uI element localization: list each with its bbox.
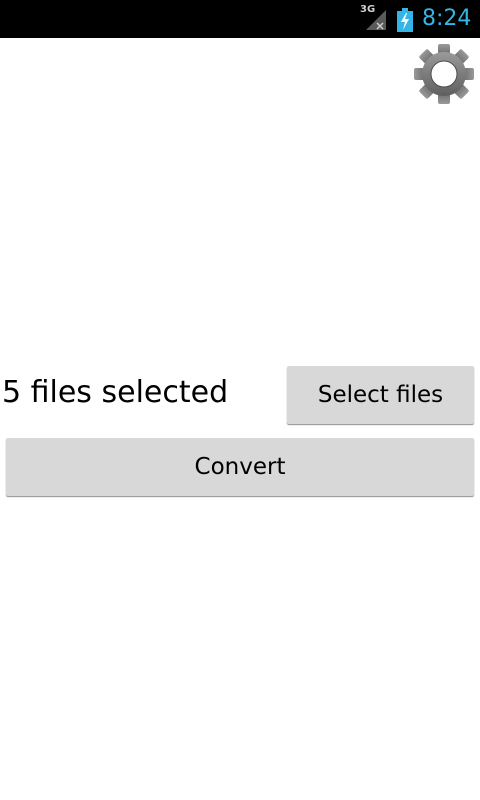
- battery-charging-icon: [397, 8, 413, 32]
- status-clock: 8:24: [422, 6, 472, 31]
- settings-button[interactable]: [412, 42, 476, 106]
- select-files-button[interactable]: Select files: [287, 366, 474, 424]
- signal-strength-icon: [366, 10, 386, 30]
- app-screen: 3G 8:24 5 files selected Select files Co…: [0, 0, 480, 800]
- gear-icon: [414, 44, 474, 104]
- status-bar: 3G 8:24: [0, 0, 480, 38]
- convert-button[interactable]: Convert: [6, 438, 474, 496]
- mobile-network-indicator: 3G: [360, 4, 390, 32]
- selected-files-count: 5 files selected: [2, 375, 229, 410]
